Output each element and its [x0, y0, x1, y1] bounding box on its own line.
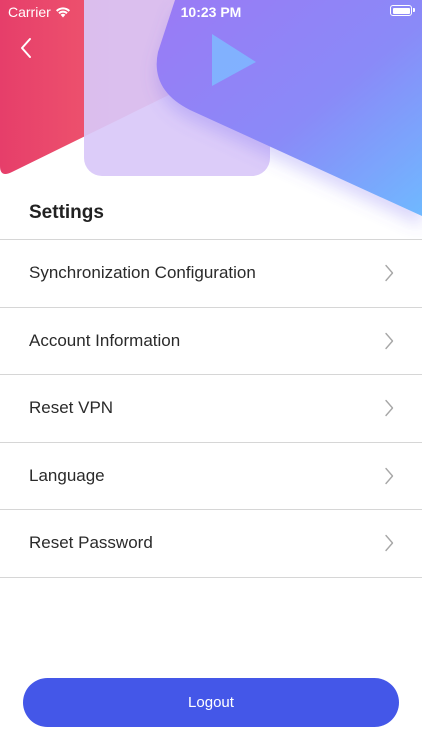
status-bar: Carrier 10:23 PM: [0, 0, 422, 24]
settings-row-synchronization-configuration[interactable]: Synchronization Configuration: [0, 240, 422, 308]
battery-icon: [390, 5, 415, 16]
chevron-right-icon: [385, 535, 394, 552]
chevron-right-icon: [385, 265, 394, 282]
settings-row-account-information[interactable]: Account Information: [0, 308, 422, 375]
settings-row-reset-vpn[interactable]: Reset VPN: [0, 375, 422, 443]
chevron-right-icon: [385, 332, 394, 349]
status-time: 10:23 PM: [180, 4, 242, 20]
chevron-right-icon: [385, 467, 394, 484]
settings-row-label: Language: [29, 465, 105, 485]
blue-shape: [156, 0, 422, 216]
chevron-right-icon: [385, 400, 394, 417]
settings-row-reset-password[interactable]: Reset Password: [0, 510, 422, 578]
settings-row-language[interactable]: Language: [0, 443, 422, 510]
settings-row-label: Reset Password: [29, 533, 153, 553]
back-button[interactable]: [10, 30, 42, 66]
settings-row-label: Reset VPN: [29, 398, 114, 418]
settings-row-label: Account Information: [29, 330, 181, 350]
settings-row-label: Synchronization Configuration: [29, 263, 256, 283]
settings-list: Synchronization Configuration Account In…: [0, 239, 422, 578]
settings-title: Settings: [29, 202, 104, 223]
logout-button[interactable]: Logout: [23, 678, 399, 727]
chevron-left-icon: [21, 38, 31, 58]
